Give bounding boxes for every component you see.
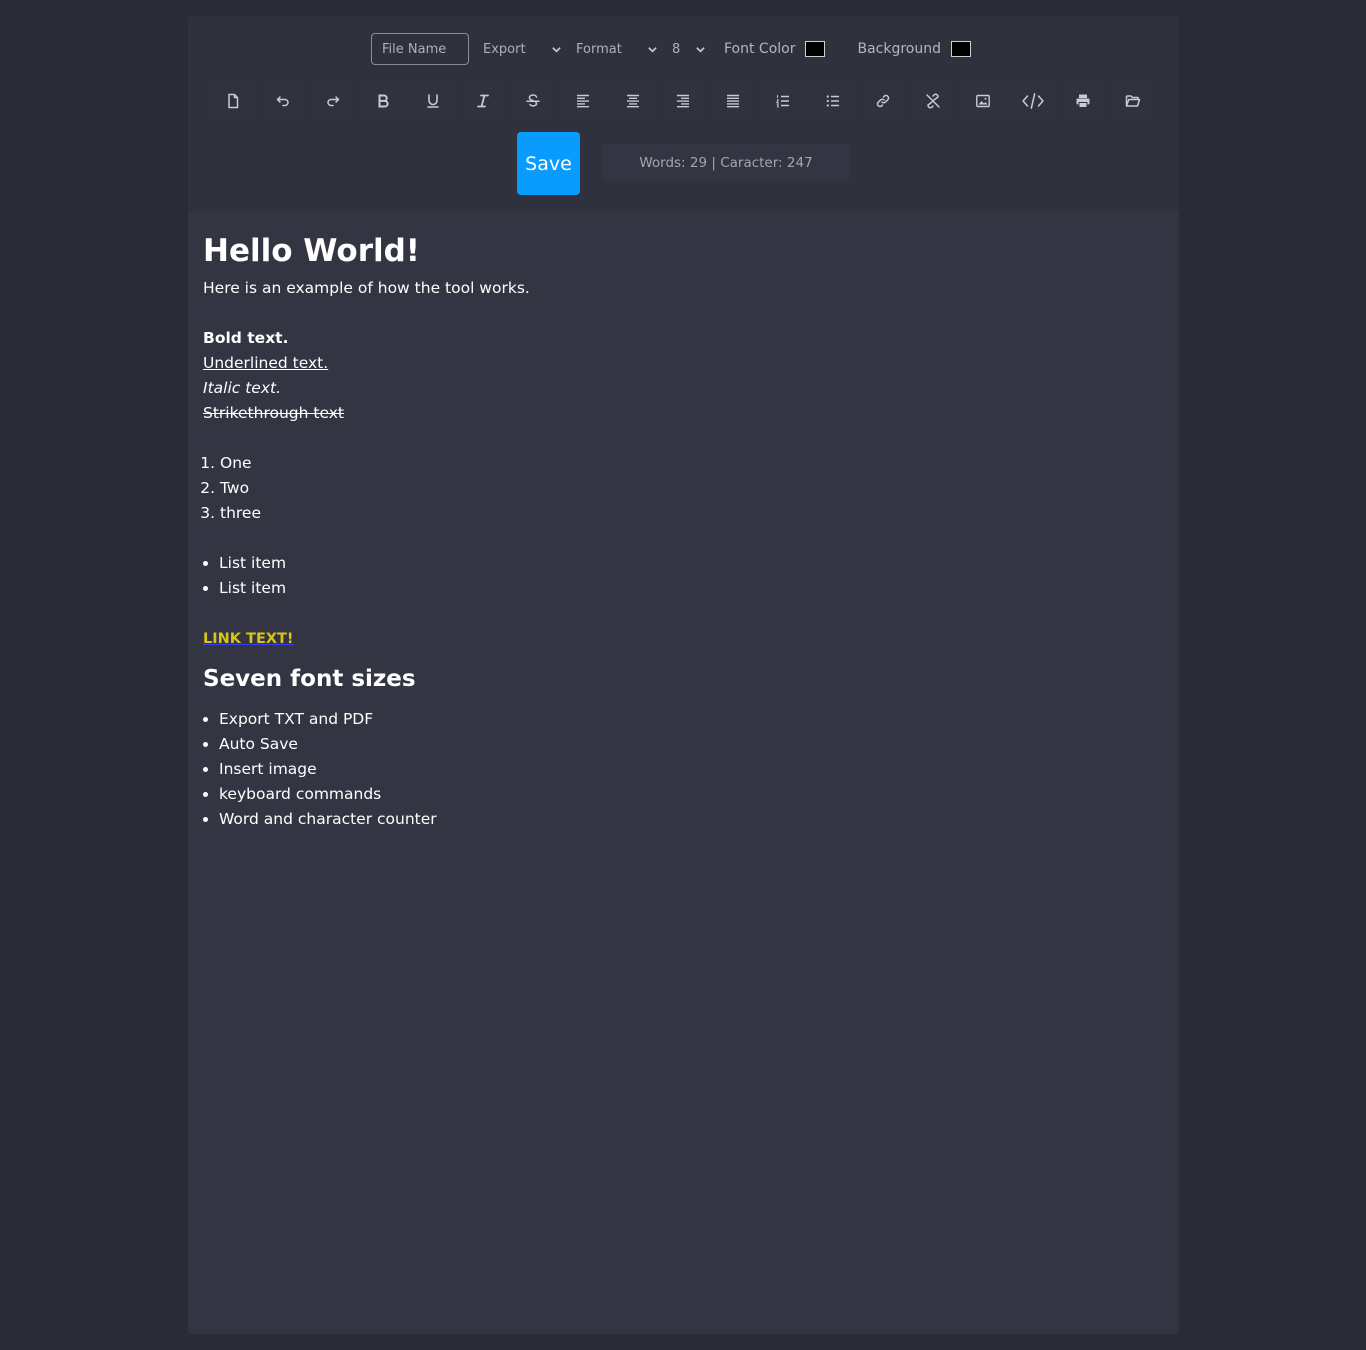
unordered-list-button[interactable] [813, 82, 853, 120]
link-icon [876, 94, 890, 108]
font-color-picker[interactable] [805, 41, 826, 57]
open-folder-icon [1125, 95, 1141, 107]
remove-link-button[interactable] [913, 82, 953, 120]
italic-icon [477, 94, 489, 108]
underline-button[interactable] [413, 82, 453, 120]
align-center-icon [627, 94, 639, 108]
undo-button[interactable] [263, 82, 303, 120]
new-document-icon [228, 93, 239, 109]
format-select[interactable]: Format [566, 33, 662, 65]
content-link[interactable]: LINK TEXT! [203, 631, 294, 647]
content-heading: Hello World! [203, 233, 420, 269]
content-intro: Here is an example of how the tool works… [203, 279, 530, 297]
code-icon [1022, 93, 1044, 109]
strikethrough-icon [526, 94, 540, 107]
font-size-value: 8 [672, 41, 681, 57]
align-right-button[interactable] [663, 82, 703, 120]
export-select-label: Export [483, 41, 526, 57]
strikethrough-text: Strikethrough text [203, 404, 344, 422]
insert-link-button[interactable] [863, 82, 903, 120]
insert-image-button[interactable] [963, 82, 1003, 120]
content-subheading: Seven font sizes [203, 666, 416, 692]
font-size-select[interactable]: 8 [662, 33, 710, 65]
word-character-counter: Words: 29 | Caracter: 247 [602, 144, 850, 181]
unordered-list-icon [826, 95, 839, 107]
italic-button[interactable] [463, 82, 503, 120]
list-item: List item [219, 576, 1163, 601]
file-name-input[interactable] [371, 33, 469, 65]
italic-text: Italic text. [203, 379, 281, 397]
list-item: Insert image [219, 757, 1163, 782]
align-center-button[interactable] [613, 82, 653, 120]
unlink-icon [926, 93, 940, 109]
list-item: three [220, 501, 1163, 526]
list-item: One [220, 451, 1163, 476]
align-left-icon [577, 94, 589, 108]
toolbar: Export Format 8 Font Color [188, 16, 1179, 211]
background-color-control: Background [857, 41, 972, 57]
list-item: Export TXT and PDF [219, 707, 1163, 732]
editor-content[interactable]: Hello World! Here is an example of how t… [203, 226, 1163, 832]
background-color-label: Background [857, 41, 942, 57]
editor-app: Export Format 8 Font Color [188, 16, 1179, 1334]
save-button[interactable]: Save [517, 132, 580, 195]
list-item: Auto Save [219, 732, 1163, 757]
font-color-control: Font Color [724, 41, 826, 57]
image-icon [976, 94, 990, 108]
chevron-down-icon [694, 43, 706, 55]
export-select[interactable]: Export [473, 33, 566, 65]
new-document-button[interactable] [213, 82, 253, 120]
align-justify-icon [727, 94, 739, 108]
print-button[interactable] [1063, 82, 1103, 120]
code-view-button[interactable] [1013, 82, 1053, 120]
align-right-icon [677, 94, 689, 108]
underlined-text: Underlined text. [203, 354, 329, 372]
formatting-buttons [213, 82, 1163, 120]
background-color-picker[interactable] [951, 41, 972, 57]
redo-icon [327, 96, 340, 107]
ordered-list-button[interactable] [763, 82, 803, 120]
strikethrough-button[interactable] [513, 82, 553, 120]
ordered-list-icon [775, 95, 789, 108]
underline-icon [427, 94, 439, 108]
toolbar-top-row: Export Format 8 Font Color [371, 32, 972, 66]
bold-icon [378, 94, 389, 108]
bold-button[interactable] [363, 82, 403, 120]
redo-button[interactable] [313, 82, 353, 120]
print-icon [1076, 94, 1090, 108]
bold-text: Bold text. [203, 329, 289, 347]
list-item: keyboard commands [219, 782, 1163, 807]
chevron-down-icon [550, 43, 562, 55]
ordered-list: One Two three [203, 451, 1163, 526]
undo-icon [276, 96, 289, 107]
chevron-down-icon [646, 43, 658, 55]
font-color-label: Font Color [724, 41, 796, 57]
list-item: List item [219, 551, 1163, 576]
format-select-label: Format [576, 41, 622, 57]
align-justify-button[interactable] [713, 82, 753, 120]
open-file-button[interactable] [1113, 82, 1153, 120]
feature-list: Export TXT and PDF Auto Save Insert imag… [203, 707, 1163, 832]
list-item: Two [220, 476, 1163, 501]
list-item: Word and character counter [219, 807, 1163, 832]
align-left-button[interactable] [563, 82, 603, 120]
unordered-list: List item List item [203, 551, 1163, 601]
